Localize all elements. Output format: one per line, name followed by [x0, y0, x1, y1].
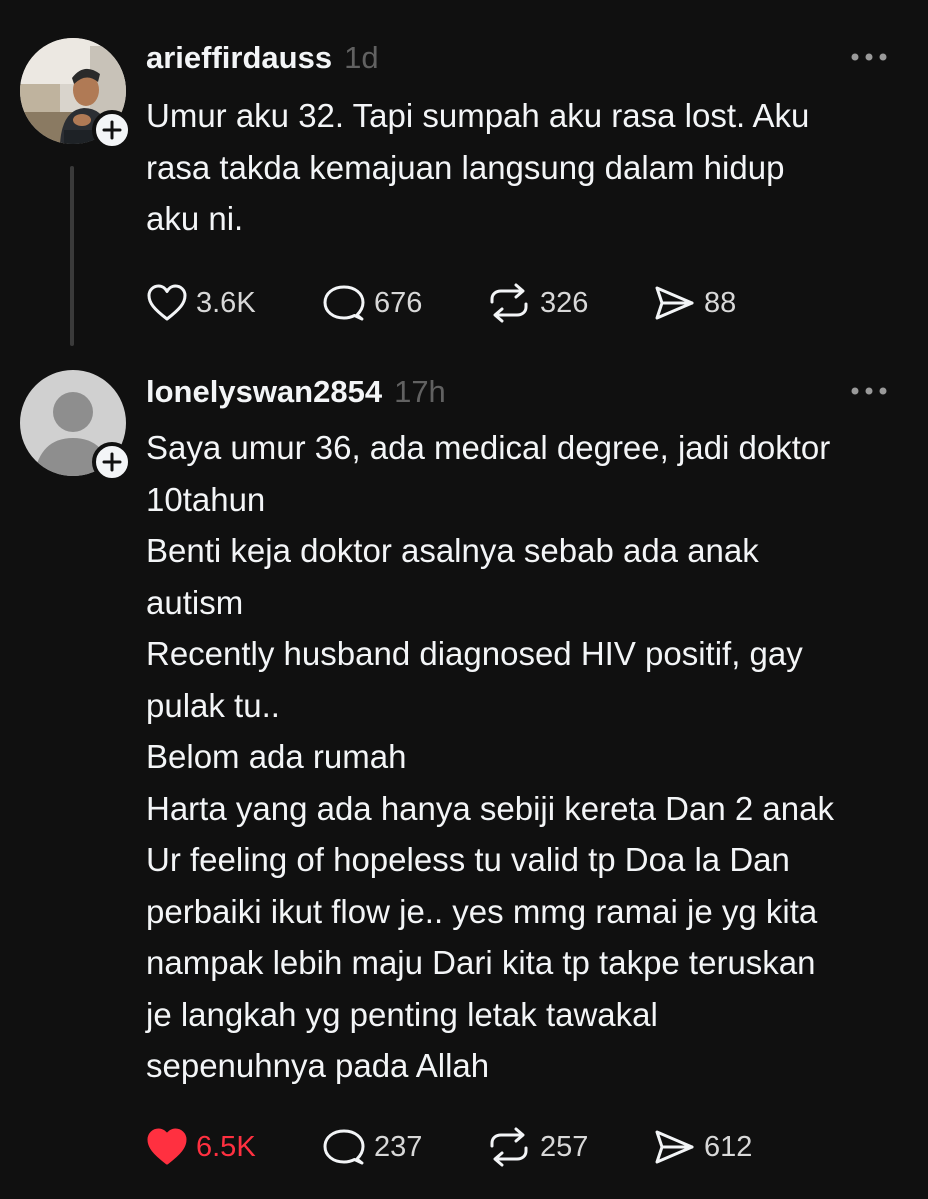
repost-button[interactable]: 326: [486, 281, 588, 325]
share-icon: [655, 1130, 694, 1164]
thread-post: arieffirdauss 1d Umur aku 32. Tapi sumpa…: [0, 0, 928, 350]
heart-icon: [147, 284, 187, 321]
follow-button[interactable]: [92, 442, 132, 482]
share-icon: [655, 286, 694, 320]
share-count: 612: [704, 1130, 753, 1163]
plus-icon: [102, 452, 122, 472]
comment-icon: [323, 1129, 365, 1165]
reply-button[interactable]: 676: [322, 281, 422, 325]
repost-count: 257: [540, 1130, 589, 1163]
repost-count: 326: [540, 286, 589, 319]
action-bar: 6.5K 237 257 612: [146, 1125, 846, 1169]
timestamp: 1d: [344, 40, 379, 75]
reply-count: 237: [374, 1130, 423, 1163]
like-count: 6.5K: [196, 1130, 256, 1163]
post-header: arieffirdauss 1d: [146, 40, 379, 76]
reply-post: lonelyswan2854 17h Saya umur 36, ada med…: [0, 350, 928, 1199]
repost-icon: [490, 283, 528, 323]
like-button[interactable]: 3.6K: [146, 281, 256, 325]
post-header: lonelyswan2854 17h: [146, 374, 446, 410]
follow-button[interactable]: [92, 110, 132, 150]
plus-icon: [102, 120, 122, 140]
more-options-icon[interactable]: [850, 386, 888, 396]
username[interactable]: arieffirdauss: [146, 40, 332, 76]
repost-icon: [490, 1127, 528, 1167]
post-text: Saya umur 36, ada medical degree, jadi d…: [146, 429, 834, 1084]
reply-button[interactable]: 237: [322, 1125, 422, 1169]
thread-connector-line: [70, 166, 74, 346]
share-count: 88: [704, 286, 737, 319]
action-bar: 3.6K 676 326 88: [146, 281, 846, 325]
like-button[interactable]: 6.5K: [146, 1125, 256, 1169]
more-options-icon[interactable]: [850, 52, 888, 62]
repost-button[interactable]: 257: [486, 1125, 588, 1169]
reply-count: 676: [374, 286, 423, 319]
share-button[interactable]: 88: [652, 281, 736, 325]
heart-icon: [147, 1128, 187, 1165]
timestamp: 17h: [394, 374, 446, 409]
like-count: 3.6K: [196, 286, 256, 319]
post-text: Umur aku 32. Tapi sumpah aku rasa lost. …: [146, 97, 810, 237]
share-button[interactable]: 612: [652, 1125, 752, 1169]
comment-icon: [323, 285, 365, 321]
username[interactable]: lonelyswan2854: [146, 374, 382, 410]
